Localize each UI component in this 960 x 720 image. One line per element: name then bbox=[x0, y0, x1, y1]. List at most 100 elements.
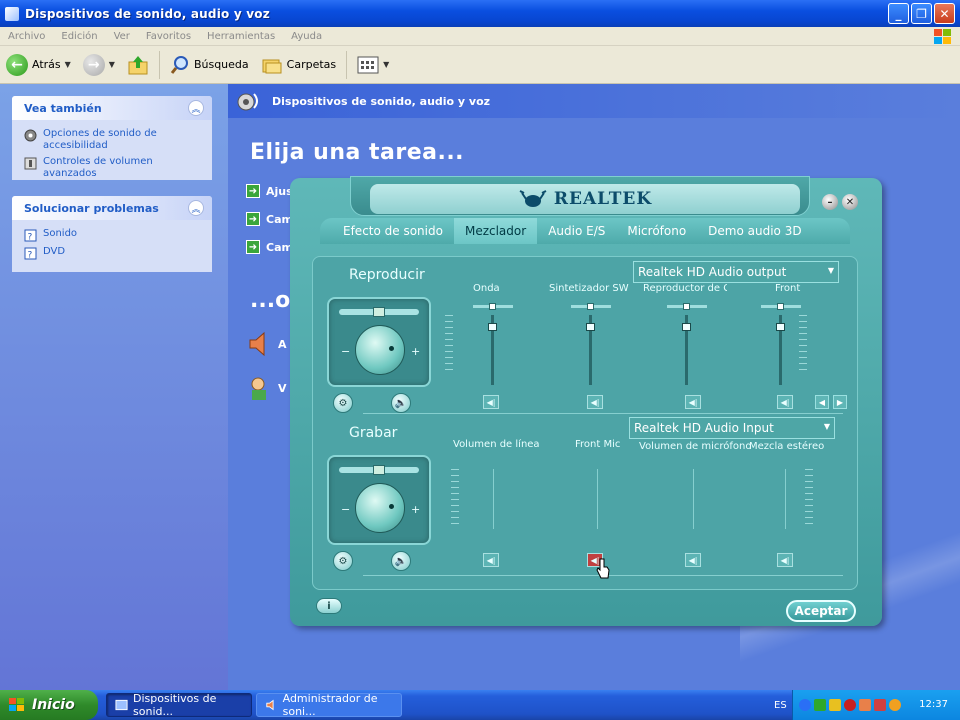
collapse-chevron-icon[interactable]: ︽ bbox=[188, 200, 204, 216]
menu-herramientas[interactable]: Herramientas bbox=[199, 31, 283, 42]
task-link[interactable]: ➜ Cam bbox=[246, 240, 293, 254]
tab-microphone[interactable]: Micrófono bbox=[616, 218, 697, 244]
menu-edicion[interactable]: Edición bbox=[53, 31, 105, 42]
back-dropdown-icon[interactable]: ▼ bbox=[65, 60, 71, 69]
mute-speaker-icon[interactable]: ◀| bbox=[587, 395, 603, 409]
sw-synth-volume-slider[interactable] bbox=[571, 303, 611, 405]
taskbar-item-sound-devices[interactable]: Dispositivos de sonid... bbox=[106, 692, 252, 718]
sound-troubleshoot-link[interactable]: ? Sonido bbox=[24, 228, 202, 242]
close-button[interactable]: ✕ bbox=[934, 3, 955, 24]
volume-control-icon bbox=[24, 157, 37, 170]
record-settings-icon[interactable]: ⚙ bbox=[333, 551, 353, 571]
svg-text:?: ? bbox=[28, 251, 33, 261]
menu-ayuda[interactable]: Ayuda bbox=[283, 31, 330, 42]
record-device-select[interactable]: Realtek HD Audio Input ▼ bbox=[629, 417, 835, 439]
task-link[interactable]: ➜ Cam bbox=[246, 212, 293, 226]
see-also-title: Vea también bbox=[24, 101, 102, 115]
mute-speaker-icon[interactable]: ◀| bbox=[777, 553, 793, 567]
troubleshoot-title: Solucionar problemas bbox=[24, 201, 159, 215]
green-arrow-icon: ➜ bbox=[246, 184, 260, 198]
menu-archivo[interactable]: Archivo bbox=[0, 31, 53, 42]
tab-3d-demo[interactable]: Demo audio 3D bbox=[697, 218, 812, 244]
menu-ver[interactable]: Ver bbox=[106, 31, 138, 42]
channel-label: Mezcla estéreo bbox=[749, 441, 825, 452]
forward-dropdown-icon[interactable]: ▼ bbox=[109, 60, 115, 69]
bluetooth-icon[interactable] bbox=[799, 699, 811, 711]
cd-player-volume-slider[interactable] bbox=[667, 303, 707, 405]
tab-audio-io[interactable]: Audio E/S bbox=[537, 218, 616, 244]
playback-volume-knob[interactable] bbox=[355, 325, 405, 375]
clock[interactable]: 12:37 bbox=[919, 699, 948, 710]
playback-settings-icon[interactable]: ⚙ bbox=[333, 393, 353, 413]
cp-icon-sound[interactable]: A bbox=[246, 330, 287, 358]
folders-button[interactable]: Carpetas bbox=[255, 50, 342, 80]
folders-icon bbox=[262, 59, 282, 73]
minimize-button[interactable]: _ bbox=[888, 3, 909, 24]
scroll-right-icon[interactable]: ▶ bbox=[833, 395, 847, 409]
realtek-dialog: REALTEK – ✕ Efecto de sonido Mezclador A… bbox=[290, 176, 882, 626]
record-mute-icon[interactable]: 🔈 bbox=[391, 551, 411, 571]
mute-speaker-icon[interactable]: ◀| bbox=[685, 395, 701, 409]
dvd-troubleshoot-link[interactable]: ? DVD bbox=[24, 246, 202, 260]
accept-button[interactable]: Aceptar bbox=[786, 600, 856, 622]
playback-device-select[interactable]: Realtek HD Audio output ▼ bbox=[633, 261, 839, 283]
playback-mute-icon[interactable]: 🔈 bbox=[391, 393, 411, 413]
cp-icon-label: A bbox=[278, 337, 287, 351]
close-icon[interactable]: ✕ bbox=[842, 194, 858, 210]
volume-icon[interactable] bbox=[859, 699, 871, 711]
balance-thumb[interactable] bbox=[373, 307, 385, 317]
realtek-tray-icon[interactable] bbox=[874, 699, 886, 711]
forward-button[interactable]: → ▼ bbox=[77, 50, 121, 80]
security-icon[interactable] bbox=[829, 699, 841, 711]
scroll-left-icon[interactable]: ◀ bbox=[815, 395, 829, 409]
tab-sound-effects[interactable]: Efecto de sonido bbox=[332, 218, 454, 244]
back-label: Atrás bbox=[32, 58, 61, 71]
minus-icon: − bbox=[341, 345, 351, 358]
start-button[interactable]: Inicio bbox=[0, 690, 98, 720]
collapse-chevron-icon[interactable]: ︽ bbox=[188, 100, 204, 116]
troubleshoot-header[interactable]: Solucionar problemas ︽ bbox=[12, 196, 212, 220]
start-label: Inicio bbox=[32, 697, 75, 713]
chevron-down-icon: ▼ bbox=[823, 422, 830, 431]
realtek-brand: REALTEK bbox=[553, 189, 653, 209]
channel-separator bbox=[693, 469, 694, 529]
back-button[interactable]: ← Atrás ▼ bbox=[0, 50, 77, 80]
realtek-logo-bar: REALTEK bbox=[370, 184, 800, 214]
mute-speaker-icon[interactable]: ◀| bbox=[483, 553, 499, 567]
level-ticks bbox=[445, 315, 453, 375]
search-button[interactable]: Búsqueda bbox=[164, 50, 255, 80]
see-also-header[interactable]: Vea también ︽ bbox=[12, 96, 212, 120]
menu-favoritos[interactable]: Favoritos bbox=[138, 31, 199, 42]
up-folder-button[interactable] bbox=[121, 50, 155, 80]
views-button[interactable]: ▼ bbox=[351, 50, 395, 80]
mute-speaker-icon[interactable]: ◀| bbox=[483, 395, 499, 409]
task-label: Cam bbox=[266, 240, 293, 254]
category-title: Dispositivos de sonido, audio y voz bbox=[272, 94, 491, 108]
language-indicator[interactable]: ES bbox=[774, 700, 787, 711]
views-dropdown-icon[interactable]: ▼ bbox=[383, 60, 389, 69]
task-link[interactable]: ➜ Ajus bbox=[246, 184, 293, 198]
mute-speaker-icon[interactable]: ◀| bbox=[685, 553, 701, 567]
minimize-icon[interactable]: – bbox=[822, 194, 838, 210]
folders-label: Carpetas bbox=[286, 58, 337, 71]
taskbar-item-sound-manager[interactable]: Administrador de soni... bbox=[256, 692, 402, 718]
tab-mixer[interactable]: Mezclador bbox=[453, 218, 538, 244]
update-icon[interactable] bbox=[889, 699, 901, 711]
advanced-volume-link[interactable]: Controles de volumen avanzados bbox=[24, 156, 202, 180]
front-volume-slider[interactable] bbox=[761, 303, 801, 405]
antivirus-icon[interactable] bbox=[844, 699, 856, 711]
wave-volume-slider[interactable] bbox=[473, 303, 513, 405]
search-label: Búsqueda bbox=[193, 58, 249, 71]
svg-text:?: ? bbox=[28, 233, 33, 243]
speaker-icon bbox=[249, 331, 265, 357]
cp-icon-voice[interactable]: V bbox=[246, 374, 287, 402]
accessibility-sound-link[interactable]: Opciones de sonido de accesibilidad bbox=[24, 128, 202, 152]
minus-icon: − bbox=[341, 503, 351, 516]
balance-thumb[interactable] bbox=[373, 465, 385, 475]
forward-arrow-icon: → bbox=[82, 53, 105, 76]
mute-speaker-icon[interactable]: ◀| bbox=[777, 395, 793, 409]
maximize-button[interactable]: ❐ bbox=[911, 3, 932, 24]
record-volume-knob[interactable] bbox=[355, 483, 405, 533]
network-icon[interactable] bbox=[814, 699, 826, 711]
info-icon[interactable]: i bbox=[316, 598, 342, 614]
